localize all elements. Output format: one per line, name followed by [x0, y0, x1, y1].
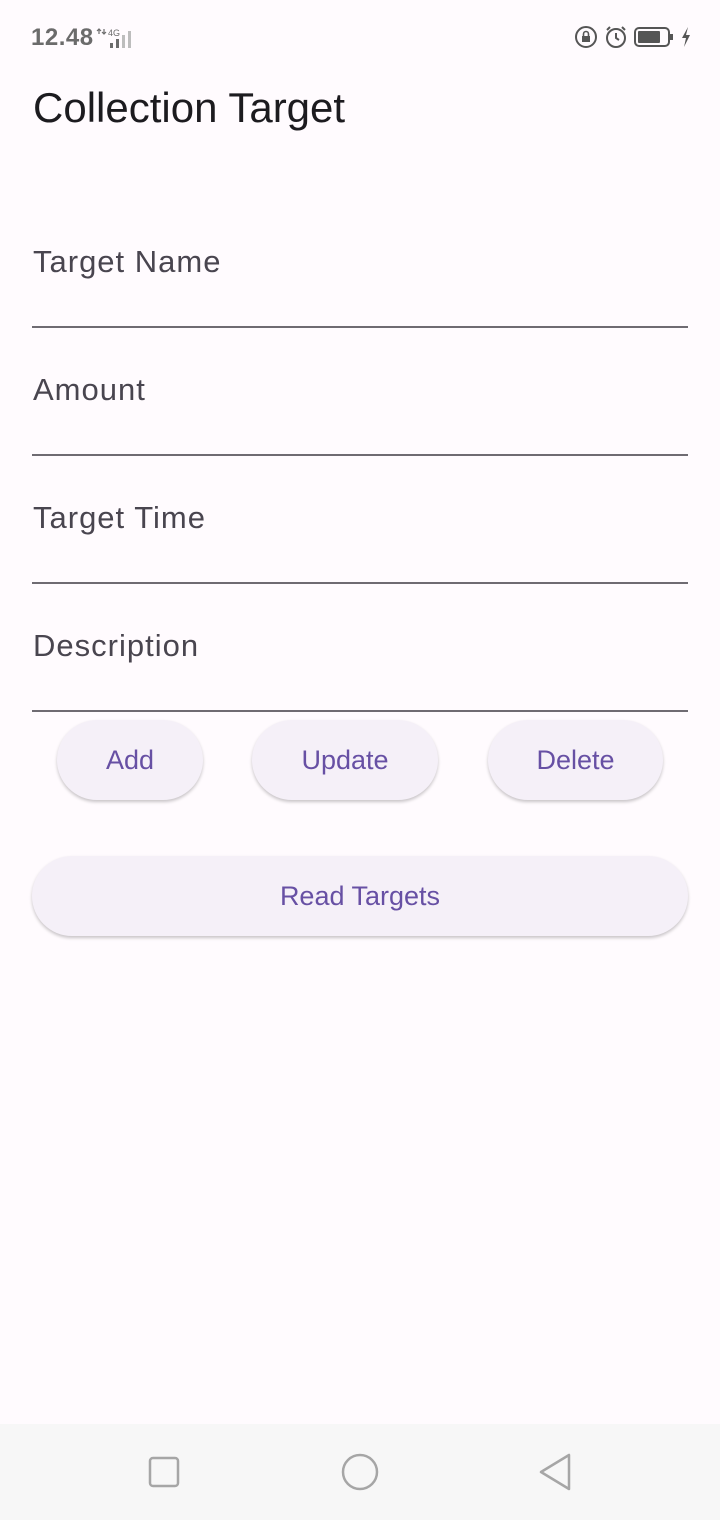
network-type: 4G — [108, 28, 120, 38]
target-time-field[interactable]: Target Time — [32, 456, 688, 584]
recent-apps-icon[interactable] — [146, 1448, 182, 1496]
page-title: Collection Target — [33, 84, 346, 131]
status-time: 12.48 — [31, 24, 94, 51]
battery-icon — [634, 27, 673, 47]
back-icon[interactable] — [536, 1448, 576, 1496]
target-name-field[interactable]: Target Name — [32, 200, 688, 328]
target-time-label: Target Time — [33, 500, 206, 535]
target-time-input[interactable] — [32, 532, 688, 584]
target-name-input[interactable] — [32, 276, 688, 328]
amount-label: Amount — [33, 372, 146, 407]
target-name-label: Target Name — [33, 244, 222, 279]
home-icon[interactable] — [340, 1448, 380, 1496]
description-input[interactable] — [32, 660, 688, 712]
amount-input[interactable] — [32, 404, 688, 456]
read-targets-button[interactable]: Read Targets — [32, 856, 688, 936]
description-field[interactable]: Description — [32, 584, 688, 712]
charging-icon — [682, 27, 690, 47]
amount-field[interactable]: Amount — [32, 328, 688, 456]
add-button[interactable]: Add — [57, 720, 203, 800]
delete-button[interactable]: Delete — [488, 720, 663, 800]
navigation-bar — [0, 1424, 720, 1520]
description-label: Description — [33, 628, 200, 663]
rotation-lock-icon — [575, 26, 597, 48]
alarm-icon — [606, 26, 626, 48]
status-bar: 12.48 4G — [0, 0, 720, 76]
update-button[interactable]: Update — [252, 720, 438, 800]
signal-icon: 4G — [96, 28, 131, 48]
